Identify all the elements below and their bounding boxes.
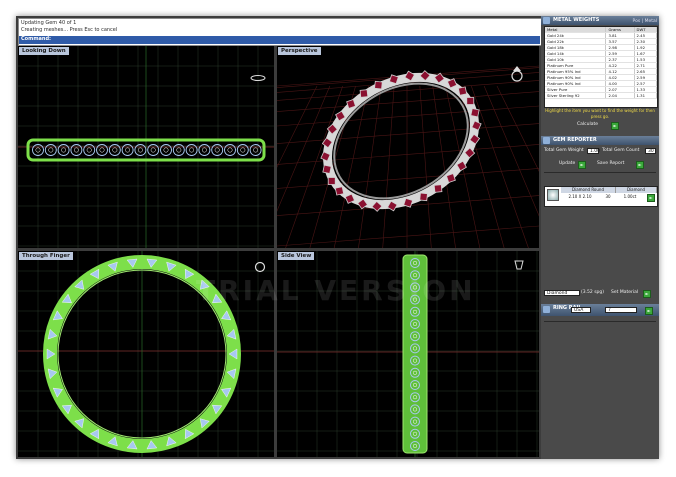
ring-orientation-icon[interactable] xyxy=(254,261,266,273)
ring-band-perspective xyxy=(322,72,480,210)
viewport-right[interactable]: Side View xyxy=(277,251,539,457)
diamond-round-icon xyxy=(547,189,559,201)
metal-weights-hint: Highlight the item you want to find the … xyxy=(545,108,655,119)
gem-reporter-icon xyxy=(543,137,550,144)
viewport-top[interactable]: Looking Down xyxy=(18,46,274,248)
viewport-label-front[interactable]: Through Finger xyxy=(19,252,73,260)
gem-carat: 1.00ct xyxy=(623,194,637,199)
total-gem-weight-label: Total Gem Weight xyxy=(544,148,584,153)
viewport-label-perspective[interactable]: Perspective xyxy=(278,47,321,55)
gem-count: 30 xyxy=(605,194,611,199)
ring-rail-button[interactable]: ► xyxy=(645,307,653,315)
viewport-top-canvas xyxy=(18,46,274,248)
viewport-right-canvas xyxy=(277,251,539,457)
viewport-label-right[interactable]: Side View xyxy=(278,252,315,260)
command-line-2: Creating meshes... Press Esc to cancel xyxy=(21,27,118,33)
metal-weights-tabs[interactable]: Pos | Metal xyxy=(633,17,657,26)
calculate-label: Calculate xyxy=(577,122,599,127)
material-density: (3.52 spg) xyxy=(581,290,605,295)
total-gem-weight-field[interactable]: 1.00 xyxy=(587,148,600,154)
metal-weights-icon xyxy=(543,17,550,24)
table-row[interactable]: Silver Sterling 92 2.04 1.31 xyxy=(545,92,657,99)
total-gem-count-label: Total Gem Count xyxy=(602,148,640,153)
gem-list[interactable]: Diamond Round Diamond 2.10 X 2.10 30 1.0… xyxy=(544,186,658,207)
ring-rail-header[interactable]: RING RAIL xyxy=(541,304,659,316)
viewport-perspective[interactable]: Perspective xyxy=(277,46,539,248)
save-report-label: Save Report xyxy=(597,161,625,166)
command-prompt[interactable]: Command: xyxy=(19,36,540,44)
metal-weights-header[interactable]: METAL WEIGHTS Pos | Metal xyxy=(541,16,659,25)
material-select[interactable]: Diamond xyxy=(544,290,580,296)
viewport-perspective-canvas xyxy=(277,65,539,248)
calculate-button[interactable]: ► xyxy=(611,122,619,130)
metal-weights-table[interactable]: Metal Grams DWT Gold 24k 3.81 2.45 Gold 22… xyxy=(544,26,658,108)
command-line-1: Updating Gem 40 of 1 xyxy=(21,20,77,26)
ring-rail-icon xyxy=(543,306,550,313)
ring-size-unit-select[interactable]: USA xyxy=(571,307,591,313)
gem-type: Diamond Round xyxy=(561,187,616,193)
gem-row-button[interactable]: ► xyxy=(647,194,655,202)
gem-material: Diamond xyxy=(616,187,657,193)
set-material-button[interactable]: ► xyxy=(643,290,651,298)
gem-size: 2.10 X 2.10 xyxy=(568,194,592,199)
update-button[interactable]: ► xyxy=(578,161,586,169)
ring-view-icon[interactable] xyxy=(511,70,523,82)
update-label: Update xyxy=(559,161,576,166)
right-panel: METAL WEIGHTS Pos | Metal Metal Grams DW… xyxy=(541,16,659,459)
total-gem-count-field[interactable]: 30 xyxy=(645,148,656,154)
finger-view-icon[interactable] xyxy=(514,260,524,270)
ring-size-select[interactable]: 7 xyxy=(605,307,637,313)
set-material-label: Set Material xyxy=(611,290,639,295)
viewport-front-canvas xyxy=(18,251,274,457)
gem-reporter-header[interactable]: GEM REPORTER xyxy=(541,136,659,145)
command-history: Updating Gem 40 of 1 Creating meshes... … xyxy=(18,18,543,46)
save-report-button[interactable]: ► xyxy=(636,161,644,169)
rhino-app-window: Updating Gem 40 of 1 Creating meshes... … xyxy=(16,16,659,459)
viewport-label-top[interactable]: Looking Down xyxy=(19,47,69,55)
viewport-front[interactable]: Through Finger xyxy=(18,251,274,457)
